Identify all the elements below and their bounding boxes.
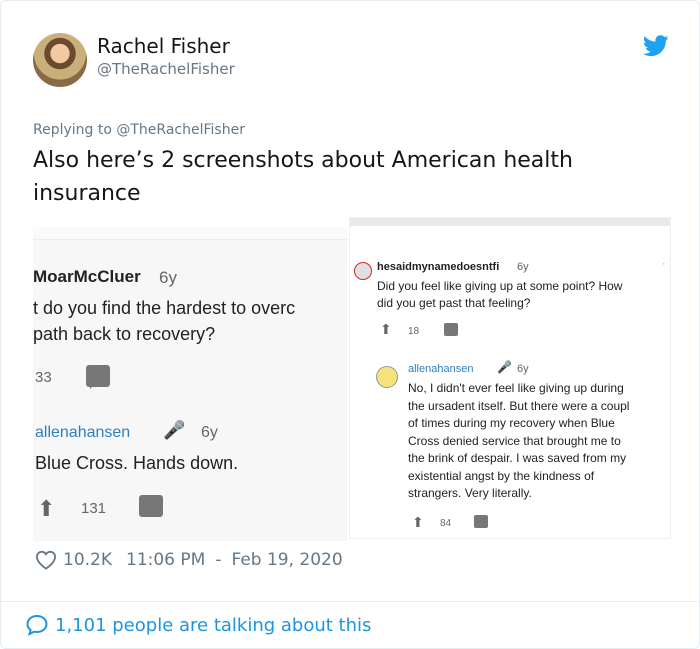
- twitter-bird-icon[interactable]: [643, 35, 669, 57]
- vote-count: 18: [408, 326, 420, 337]
- tweet-date[interactable]: Feb 19, 2020: [231, 550, 342, 570]
- upvote-arrow-icon: ⬆: [37, 496, 56, 521]
- reply-vote-count: 84: [440, 518, 452, 529]
- meta-separator: -: [215, 550, 222, 570]
- comment-icon: [444, 323, 458, 336]
- screenshot-top-edge: [33, 227, 347, 240]
- avatar: [376, 366, 398, 388]
- reply-vote-count: 131: [81, 500, 107, 517]
- avatar: [354, 262, 372, 280]
- comment-question: Did you feel like giving up at some poin…: [377, 279, 623, 310]
- reply-username: allenahansen: [35, 424, 131, 441]
- speech-bubble-icon: [26, 614, 48, 636]
- talking-about-link[interactable]: 1,101 people are talking about this: [25, 613, 371, 637]
- divider: [1, 601, 699, 602]
- heart-icon[interactable]: [35, 550, 57, 570]
- tweet-card: Rachel Fisher @TheRachelFisher Replying …: [0, 0, 700, 649]
- comment-age: 6y: [159, 268, 177, 287]
- comment-icon: [86, 365, 110, 389]
- microphone-icon: 🎤: [497, 360, 512, 374]
- tweet-meta: 10.2K 11:06 PM - Feb 19, 2020: [35, 550, 343, 570]
- reply-text: No, I didn't ever feel like giving up du…: [408, 381, 630, 500]
- comment-username: MoarMcCluer: [33, 267, 141, 286]
- upvote-arrow-icon: ⬆: [380, 321, 392, 337]
- screenshot-right[interactable]: hesaidmynamedoesntfi 6y · Did you feel l…: [349, 217, 671, 539]
- comment-icon: [139, 495, 163, 517]
- comment-age: 6y: [517, 261, 529, 273]
- screenshot-top-edge: [350, 218, 670, 226]
- reply-age: 6y: [201, 424, 218, 441]
- screenshot-left[interactable]: MoarMcCluer 6y t do you find the hardest…: [33, 227, 347, 541]
- comment-question: t do you find the hardest to overc path …: [33, 298, 296, 344]
- avatar[interactable]: [33, 33, 87, 87]
- talking-about-text[interactable]: 1,101 people are talking about this: [55, 615, 371, 636]
- comment-username: hesaidmynamedoesntfi: [377, 261, 500, 273]
- tweet-text: Also here’s 2 screenshots about American…: [33, 148, 573, 206]
- more-dot-icon: ·: [662, 258, 666, 270]
- upvote-arrow-icon: ⬆: [412, 514, 424, 530]
- tweet-time[interactable]: 11:06 PM: [126, 550, 205, 570]
- author-name[interactable]: Rachel Fisher: [97, 34, 230, 58]
- author-handle[interactable]: @TheRachelFisher: [97, 60, 235, 78]
- comment-icon: [474, 515, 488, 528]
- vote-count: 33: [35, 369, 52, 386]
- reply-username: allenahansen: [408, 363, 474, 375]
- like-count[interactable]: 10.2K: [63, 550, 112, 570]
- reply-text: Blue Cross. Hands down.: [35, 453, 239, 473]
- replying-to[interactable]: Replying to @TheRachelFisher: [33, 122, 245, 138]
- microphone-icon: 🎤: [163, 420, 186, 440]
- reply-age: 6y: [517, 363, 529, 375]
